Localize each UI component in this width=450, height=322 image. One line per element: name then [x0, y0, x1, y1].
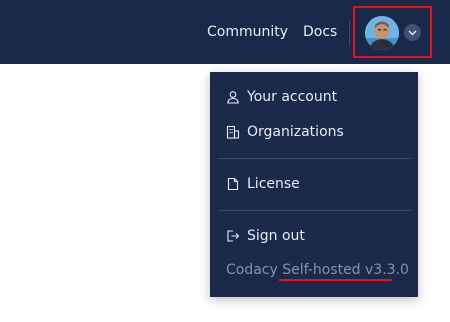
menu-item-sign-out[interactable]: Sign out: [226, 226, 305, 246]
document-icon: [226, 177, 240, 191]
menu-item-label: License: [247, 176, 300, 192]
menu-item-organizations[interactable]: Organizations: [226, 122, 344, 142]
version-label: Codacy Self-hosted v3.3.0: [226, 262, 409, 278]
version-highlight-underline: [279, 279, 392, 281]
avatar-highlight-box: [353, 6, 432, 58]
nav-divider: [349, 20, 350, 46]
menu-item-license[interactable]: License: [226, 174, 300, 194]
menu-item-label: Organizations: [247, 124, 344, 140]
sign-out-icon: [226, 229, 240, 243]
top-navbar: Community Docs: [0, 0, 450, 64]
building-icon: [226, 125, 240, 139]
nav-docs-link[interactable]: Docs: [303, 23, 337, 41]
menu-divider: [218, 158, 411, 159]
menu-divider: [218, 210, 411, 211]
user-icon: [226, 90, 240, 104]
menu-item-label: Sign out: [247, 228, 305, 244]
menu-item-your-account[interactable]: Your account: [226, 87, 337, 107]
menu-item-label: Your account: [247, 89, 338, 105]
nav-community-link[interactable]: Community: [207, 23, 288, 41]
user-dropdown-menu: Your account Organizations License Sign …: [210, 72, 418, 297]
